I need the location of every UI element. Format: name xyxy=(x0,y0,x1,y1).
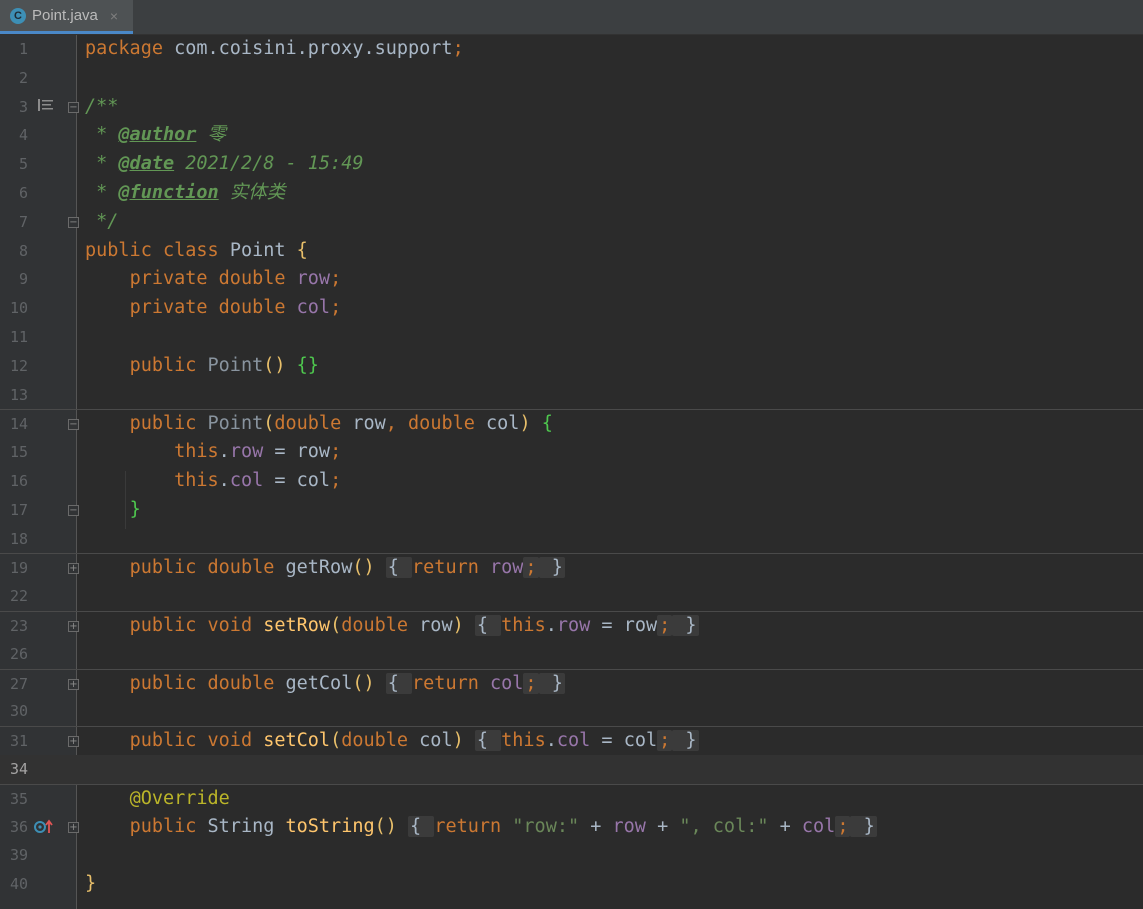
code-line: 36 + public String toString() { return "… xyxy=(0,813,1143,842)
code-line: 2 xyxy=(0,64,1143,93)
code-text: package com.coisini.proxy.support; xyxy=(85,38,464,59)
line-number: 30 xyxy=(9,702,28,721)
code-line: 17 − } xyxy=(0,496,1143,525)
code-line: 7 − */ xyxy=(0,208,1143,237)
line-number: 6 xyxy=(18,184,28,202)
line-number: 2 xyxy=(18,68,28,87)
code-line: 5 * @date 2021/2/8 - 15:49 xyxy=(0,150,1143,179)
code-text: this.col = col; xyxy=(174,470,342,491)
code-line: 11 xyxy=(0,323,1143,352)
fold-expand-icon[interactable]: + xyxy=(68,736,79,748)
code-text: */ xyxy=(85,210,119,232)
line-number: 12 xyxy=(9,356,28,375)
editor-tab-bar: C Point.java × xyxy=(0,0,1143,35)
tab-point-java[interactable]: C Point.java × xyxy=(0,0,133,34)
line-number: 11 xyxy=(9,328,28,346)
line-number: 4 xyxy=(18,126,28,145)
code-text: * @date 2021/2/8 - 15:49 xyxy=(85,153,364,175)
rendered-doc-icon[interactable] xyxy=(38,93,54,122)
java-class-icon: C xyxy=(10,7,26,24)
code-line: 30 xyxy=(0,697,1143,726)
line-number: 23 xyxy=(9,617,28,635)
fold-collapse-icon[interactable]: − xyxy=(68,419,79,431)
line-number: 9 xyxy=(18,270,28,289)
line-number: 40 xyxy=(9,875,28,894)
code-line: 6 * @function 实体类 xyxy=(0,179,1143,208)
code-editor[interactable]: 1 package com.coisini.proxy.support; 2 3… xyxy=(0,35,1143,909)
code-text: public class Point { xyxy=(85,239,308,261)
code-text: @Override xyxy=(129,787,230,809)
line-number: 14 xyxy=(9,415,28,434)
fold-expand-icon[interactable]: + xyxy=(68,563,79,575)
code-text: public Point() {} xyxy=(129,354,319,376)
line-number: 22 xyxy=(9,587,28,606)
code-text: public double getCol() { return col; } xyxy=(129,672,565,694)
line-number: 1 xyxy=(18,40,28,58)
code-line: 35 @Override xyxy=(0,783,1143,813)
code-line: 16 this.col = col; xyxy=(0,467,1143,496)
code-line: 1 package com.coisini.proxy.support; xyxy=(0,35,1143,64)
code-line: 22 xyxy=(0,582,1143,611)
code-line: 26 xyxy=(0,640,1143,669)
line-number: 27 xyxy=(9,674,28,693)
code-line: 40 } xyxy=(0,870,1143,899)
code-line: 19 + public double getRow() { return row… xyxy=(0,553,1143,582)
code-text: * @author 零 xyxy=(85,124,227,146)
line-number: 36 xyxy=(9,817,28,836)
line-number: 31 xyxy=(9,732,28,751)
line-number: 26 xyxy=(9,644,28,663)
code-text: public void setCol(double col) { this.co… xyxy=(129,730,699,752)
code-line: 8 public class Point { xyxy=(0,237,1143,266)
code-line: 14 − public Point(double row, double col… xyxy=(0,409,1143,438)
fold-expand-icon[interactable]: + xyxy=(68,821,79,833)
line-number: 5 xyxy=(18,155,28,174)
code-line: 9 private double row; xyxy=(0,265,1143,294)
code-text: private double row; xyxy=(129,268,342,290)
fold-collapse-icon[interactable]: − xyxy=(68,101,79,113)
code-line: 15 this.row = row; xyxy=(0,438,1143,467)
code-text: private double col; xyxy=(129,297,342,319)
code-line: 12 public Point() {} xyxy=(0,352,1143,381)
code-text: public Point(double row, double col) { xyxy=(129,413,553,435)
line-number: 35 xyxy=(9,789,28,808)
line-number: 15 xyxy=(9,443,28,462)
line-number: 18 xyxy=(9,529,28,548)
line-number: 13 xyxy=(9,385,28,404)
code-line: 31 + public void setCol(double col) { th… xyxy=(0,726,1143,755)
code-text: } xyxy=(85,873,97,895)
code-text: /** xyxy=(85,95,119,117)
code-line: 4 * @author 零 xyxy=(0,121,1143,150)
code-line: 13 xyxy=(0,381,1143,410)
code-text: this.row = row; xyxy=(174,441,342,463)
fold-expand-icon[interactable]: + xyxy=(68,678,79,690)
line-number: 16 xyxy=(9,472,28,490)
current-code-line: 34 xyxy=(0,755,1143,784)
code-line: 10 private double col; xyxy=(0,294,1143,323)
fold-expand-icon[interactable]: + xyxy=(68,621,79,632)
line-number: 17 xyxy=(9,500,28,519)
fold-end-icon[interactable]: − xyxy=(68,504,79,516)
code-text: } xyxy=(129,498,141,520)
code-text: * @function 实体类 xyxy=(85,182,286,203)
line-number: 10 xyxy=(9,299,28,318)
fold-end-icon[interactable]: − xyxy=(68,216,79,228)
code-line: 27 + public double getCol() { return col… xyxy=(0,668,1143,698)
line-number: 8 xyxy=(18,241,28,260)
line-number: 19 xyxy=(9,559,28,578)
line-number: 7 xyxy=(18,212,28,231)
close-icon[interactable]: × xyxy=(110,8,118,24)
code-line: 18 xyxy=(0,525,1143,554)
code-text: public void setRow(double row) { this.ro… xyxy=(129,615,699,636)
line-number: 39 xyxy=(9,846,28,865)
code-line: 23 + public void setRow(double row) { th… xyxy=(0,611,1143,640)
code-text: public double getRow() { return row; } xyxy=(129,557,565,579)
overrides-method-icon[interactable] xyxy=(34,813,54,842)
code-text: public String toString() { return "row:"… xyxy=(129,815,877,837)
code-line: 3 − /** xyxy=(0,93,1143,122)
line-number: 3 xyxy=(18,97,28,116)
line-number: 34 xyxy=(9,760,28,778)
code-line: 39 xyxy=(0,841,1143,870)
tab-filename: Point.java xyxy=(32,7,98,24)
